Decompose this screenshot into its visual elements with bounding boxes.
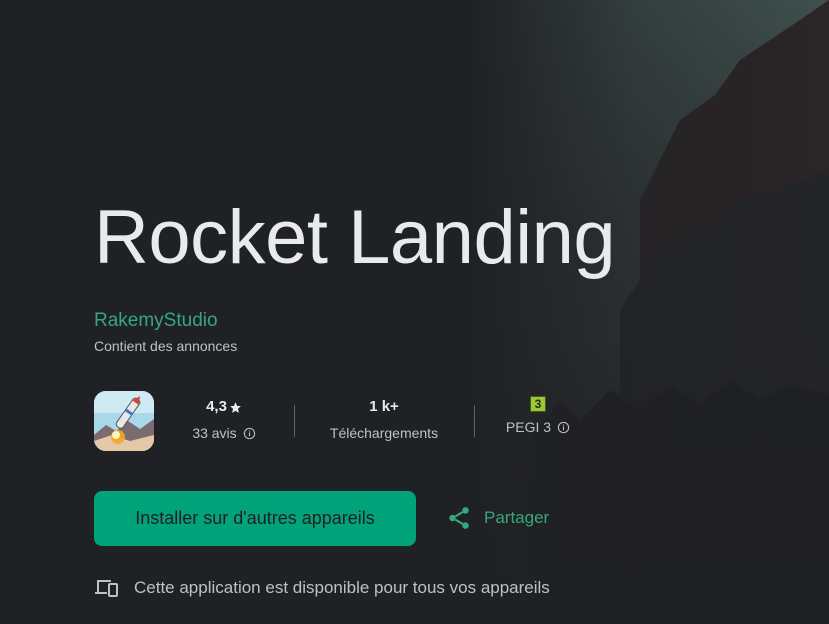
developer-link[interactable]: RakemyStudio xyxy=(94,309,218,333)
stat-divider xyxy=(474,405,475,437)
app-title: Rocket Landing xyxy=(94,195,616,280)
star-icon xyxy=(230,401,241,413)
downloads-value: 1 k+ xyxy=(369,398,399,415)
install-button[interactable]: Installer sur d'autres appareils xyxy=(94,491,416,546)
share-icon xyxy=(449,507,469,529)
devices-availability: Cette application est disponible pour to… xyxy=(94,577,550,599)
app-details-page: Rocket Landing RakemyStudio Contient des… xyxy=(0,0,829,624)
info-icon[interactable] xyxy=(243,427,256,440)
app-header: Rocket Landing RakemyStudio Contient des… xyxy=(94,0,829,624)
reviews-count: 33 avis xyxy=(192,425,237,441)
devices-icon xyxy=(95,580,118,597)
pegi-label: PEGI 3 xyxy=(505,419,552,435)
info-icon[interactable] xyxy=(557,421,570,434)
content-rating-stat: 3 PEGI 3 xyxy=(498,396,578,436)
downloads-stat: 1 k+ Téléchargements xyxy=(316,396,452,442)
downloads-label: Téléchargements xyxy=(329,425,439,441)
share-button[interactable]: Partager xyxy=(446,503,549,533)
stat-divider xyxy=(294,405,295,437)
devices-note-text: Cette application est disponible pour to… xyxy=(134,578,550,597)
rating-value: 4,3 xyxy=(206,398,227,415)
pegi-rating-icon: 3 xyxy=(530,396,546,412)
rating-stat: 4,3 33 avis xyxy=(182,396,266,442)
app-icon xyxy=(94,391,154,451)
share-label: Partager xyxy=(484,508,550,527)
contains-ads-note: Contient des annonces xyxy=(94,338,238,354)
